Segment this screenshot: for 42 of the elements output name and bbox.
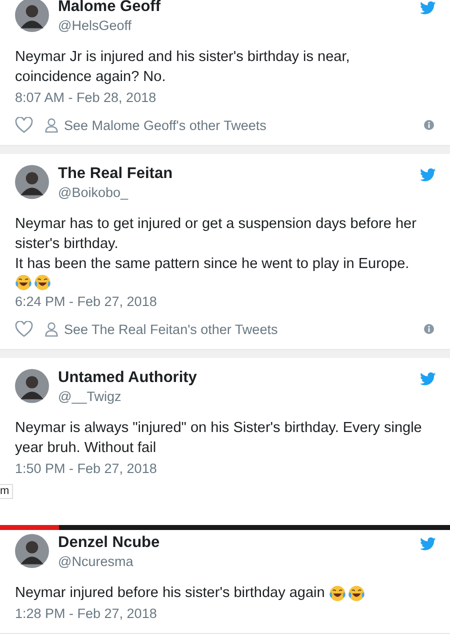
tweet-text: year bruh. Without fail bbox=[15, 439, 156, 458]
avatar[interactable] bbox=[15, 0, 49, 32]
author-handle[interactable]: @Boikobo_ bbox=[58, 184, 420, 201]
tweet-timestamp[interactable]: 8:07 AM - Feb 28, 2018 bbox=[15, 89, 156, 107]
tweet-text: Neymar is always "injured" on his Sister's birthday. Every single bbox=[15, 419, 422, 438]
avatar[interactable] bbox=[15, 369, 49, 403]
tweet-text: It has been the same pattern since he went to play in Europe. bbox=[15, 255, 410, 274]
author-handle[interactable]: @__Twigz bbox=[58, 388, 420, 405]
tweet-text: Neymar Jr is injured and his sister's birthday is near, bbox=[15, 48, 350, 67]
laughing-tears-emoji-icon bbox=[15, 274, 32, 291]
bird-icon[interactable] bbox=[420, 1, 436, 15]
tweet-timestamp[interactable]: 6:24 PM - Feb 27, 2018 bbox=[15, 293, 157, 311]
bird-icon[interactable] bbox=[420, 372, 436, 386]
info-icon[interactable] bbox=[424, 120, 434, 130]
author-name[interactable]: Malome Geoff bbox=[58, 0, 420, 17]
other-tweets-link[interactable]: See The Real Feitan's other Tweets bbox=[64, 322, 424, 336]
laughing-tears-emoji-icon bbox=[348, 584, 365, 602]
other-tweets-link[interactable]: See Malome Geoff's other Tweets bbox=[64, 118, 424, 132]
tweet-timestamp[interactable]: 1:28 PM - Feb 27, 2018 bbox=[15, 605, 157, 623]
tweet-text: Neymar has to get injured or get a suspension days before her bbox=[15, 215, 416, 234]
overlay-fragment: m bbox=[0, 484, 14, 499]
laughing-tears-emoji-icon bbox=[328, 584, 346, 602]
video-progress-bar[interactable] bbox=[0, 525, 450, 530]
tweet-text: Neymar injured before his sister's birthday again bbox=[15, 584, 326, 603]
tweet-text: coincidence again? No. bbox=[15, 68, 166, 87]
heart-icon[interactable] bbox=[15, 321, 33, 337]
info-icon[interactable] bbox=[424, 324, 434, 334]
avatar[interactable] bbox=[15, 165, 49, 199]
heart-icon[interactable] bbox=[15, 117, 33, 133]
author-name[interactable]: The Real Feitan bbox=[58, 164, 420, 184]
bird-icon[interactable] bbox=[420, 537, 436, 551]
bird-icon[interactable] bbox=[420, 168, 436, 182]
author-name[interactable]: Denzel Ncube bbox=[58, 533, 420, 553]
avatar[interactable] bbox=[15, 534, 49, 568]
author-handle[interactable]: @Ncuresma bbox=[58, 553, 420, 570]
author-handle[interactable]: @HelsGeoff bbox=[58, 17, 420, 34]
laughing-tears-emoji-icon bbox=[34, 274, 51, 291]
tweet-timestamp[interactable]: 1:50 PM - Feb 27, 2018 bbox=[15, 460, 157, 478]
person-icon bbox=[45, 322, 58, 336]
person-icon bbox=[45, 118, 58, 132]
tweet-text: sister's birthday. bbox=[15, 235, 118, 254]
author-name[interactable]: Untamed Authority bbox=[58, 368, 420, 388]
